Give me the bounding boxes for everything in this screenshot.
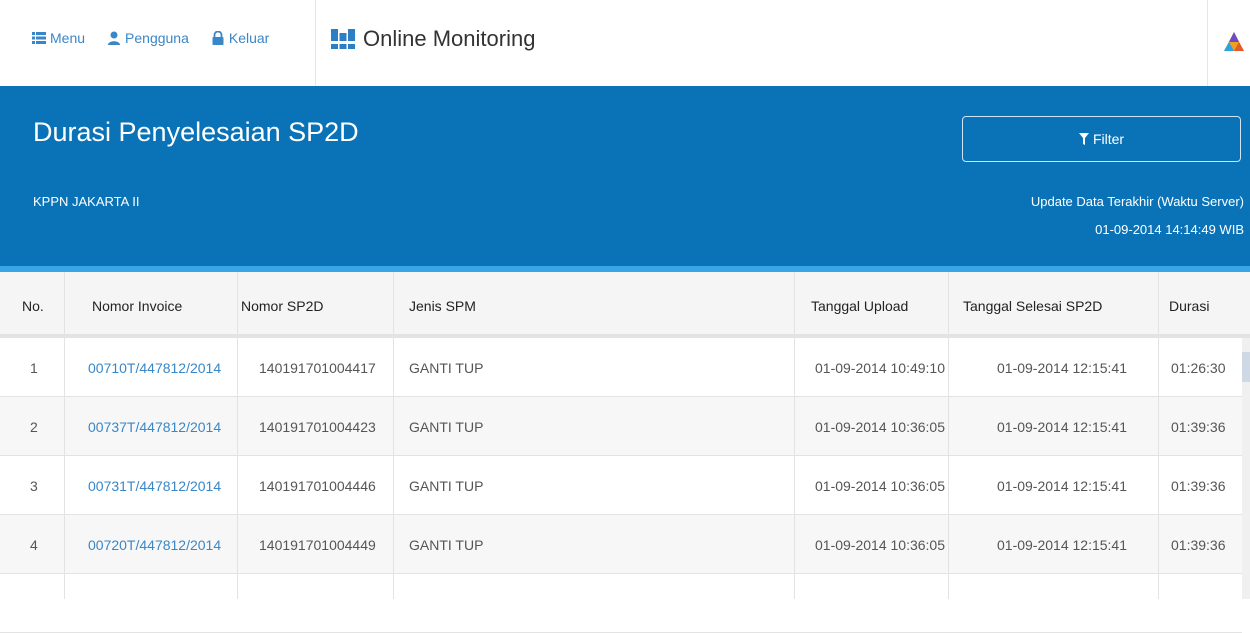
cell-upload: 01-09-2014 10:36:05: [815, 478, 945, 494]
menu-label: Menu: [50, 30, 86, 46]
cell-no: 3: [30, 478, 38, 494]
cell-durasi: 01:26:30: [1171, 360, 1226, 376]
invoice-link[interactable]: 00710T/447812/2014: [88, 360, 221, 376]
nav-links: Menu Pengguna Keluar: [32, 30, 291, 46]
filter-label: Filter: [1092, 131, 1125, 147]
app-logo-icon[interactable]: [1223, 31, 1245, 53]
invoice-link[interactable]: 00737T/447812/2014: [88, 419, 221, 435]
cell-upload: 01-09-2014 10:36:05: [815, 419, 945, 435]
cell-durasi: 01:39:36: [1171, 478, 1226, 494]
nav-divider-right: [1207, 0, 1208, 86]
filter-icon: [1078, 133, 1089, 145]
menu-link[interactable]: Menu: [32, 30, 85, 46]
cell-sp2d: 140191701004417: [259, 360, 376, 376]
cell-jenis: GANTI TUP: [409, 419, 484, 435]
filter-button[interactable]: Filter: [962, 116, 1241, 162]
col-header-sp2d[interactable]: Nomor SP2D: [241, 298, 323, 314]
brand[interactable]: Online Monitoring: [331, 26, 535, 52]
col-header-selesai[interactable]: Tanggal Selesai SP2D: [963, 298, 1102, 314]
col-divider: [948, 272, 949, 599]
invoice-link[interactable]: 00720T/447812/2014: [88, 537, 221, 553]
list-icon: [32, 32, 46, 44]
logout-link[interactable]: Keluar: [211, 30, 269, 46]
cell-selesai: 01-09-2014 12:15:41: [997, 360, 1127, 376]
office-name: KPPN JAKARTA II: [33, 194, 140, 209]
cell-upload: 01-09-2014 10:36:05: [815, 537, 945, 553]
cell-durasi: 01:39:36: [1171, 537, 1226, 553]
user-link[interactable]: Pengguna: [107, 30, 189, 46]
user-icon: [108, 31, 121, 45]
cell-sp2d: 140191701004423: [259, 419, 376, 435]
col-header-jenis[interactable]: Jenis SPM: [409, 298, 476, 314]
cell-no: 2: [30, 419, 38, 435]
logout-label: Keluar: [228, 30, 270, 46]
monitor-bars-icon: [331, 29, 355, 49]
col-divider: [64, 272, 65, 599]
cell-no: 4: [30, 537, 38, 553]
cell-selesai: 01-09-2014 12:15:41: [997, 419, 1127, 435]
col-divider: [237, 272, 238, 599]
table-row: [0, 574, 1242, 633]
cell-jenis: GANTI TUP: [409, 478, 484, 494]
cell-selesai: 01-09-2014 12:15:41: [997, 537, 1127, 553]
col-divider: [794, 272, 795, 599]
user-label: Pengguna: [125, 30, 189, 46]
scrollbar-thumb[interactable]: [1242, 352, 1250, 382]
top-navbar: Menu Pengguna Keluar Online Monitoring: [0, 0, 1250, 86]
lock-icon: [212, 31, 224, 45]
cell-sp2d: 140191701004446: [259, 478, 376, 494]
brand-title: Online Monitoring: [363, 26, 536, 51]
page-title: Durasi Penyelesaian SP2D: [33, 117, 359, 147]
cell-durasi: 01:39:36: [1171, 419, 1226, 435]
col-header-no[interactable]: No.: [22, 298, 44, 314]
invoice-link[interactable]: 00731T/447812/2014: [88, 478, 221, 494]
cell-selesai: 01-09-2014 12:15:41: [997, 478, 1127, 494]
col-divider: [393, 272, 394, 599]
page-header: [0, 86, 1250, 270]
col-divider: [1158, 272, 1159, 599]
col-header-invoice[interactable]: Nomor Invoice: [92, 298, 182, 314]
cell-jenis: GANTI TUP: [409, 537, 484, 553]
update-label: Update Data Terakhir (Waktu Server): [1030, 194, 1244, 209]
col-header-durasi[interactable]: Durasi: [1169, 298, 1209, 314]
update-time: 01-09-2014 14:14:49 WIB: [1095, 222, 1244, 237]
nav-divider: [315, 0, 316, 86]
cell-jenis: GANTI TUP: [409, 360, 484, 376]
cell-no: 1: [30, 360, 38, 376]
cell-upload: 01-09-2014 10:49:10: [815, 360, 945, 376]
col-header-upload[interactable]: Tanggal Upload: [811, 298, 908, 314]
cell-sp2d: 140191701004449: [259, 537, 376, 553]
